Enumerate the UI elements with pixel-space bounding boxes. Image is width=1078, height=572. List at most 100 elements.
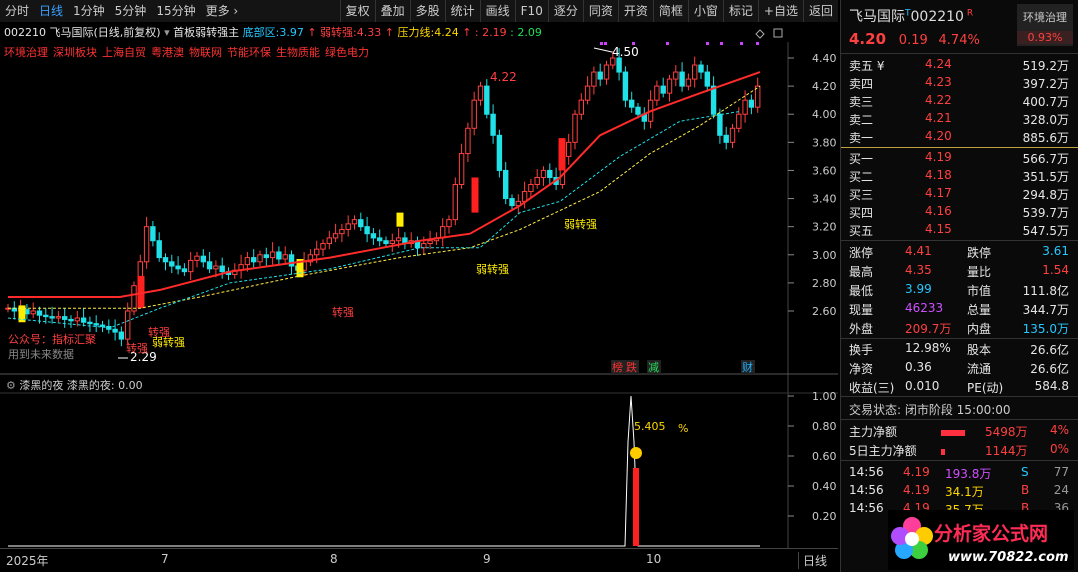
board-tag[interactable]: 深圳板块 — [53, 46, 97, 59]
price-tick: 3.00 — [812, 249, 837, 262]
bid-row: 买三 4.17 294.8万 — [849, 186, 1071, 205]
bid-row: 买二 4.18 351.5万 — [849, 168, 1071, 187]
stat-value: 26.6亿 — [1030, 343, 1069, 357]
quote-panel: 飞马国际T002210 R 环境治理 0.93% 4.20 0.19 4.74%… — [840, 0, 1078, 572]
stock-title: 飞马国际T002210 R — [849, 8, 974, 25]
price-tick: 3.80 — [812, 136, 837, 149]
indicator-name[interactable]: 首板弱转强主 — [173, 26, 239, 39]
price-change: 0.19 — [898, 33, 928, 48]
toolbar-button[interactable]: 统计 — [444, 0, 480, 22]
toolbar-button[interactable]: 叠加 — [374, 0, 410, 22]
chevron-icon: ▾ — [164, 26, 174, 39]
bid-price: 4.18 — [925, 168, 952, 182]
ask-volume: 400.7万 — [1022, 95, 1069, 109]
toolbar-button[interactable]: F10 — [514, 0, 548, 22]
sector-box[interactable]: 环境治理 0.93% — [1017, 4, 1073, 46]
ask-label: 卖二 — [849, 113, 874, 127]
stat-value: 135.0万 — [1022, 322, 1069, 336]
stat-key: 现量 — [849, 303, 874, 317]
sub-indicator-title[interactable]: ⚙ 漆黑的夜 漆黑的夜: 0.00 — [6, 377, 143, 393]
stat-value: 111.8亿 — [1022, 284, 1069, 298]
toolbar-button[interactable]: +自选 — [757, 0, 803, 22]
ask-price: 4.22 — [925, 93, 952, 107]
price-tick: 4.20 — [812, 80, 837, 93]
period-label[interactable]: 日线 — [798, 552, 827, 569]
stat-key: 最低 — [849, 284, 874, 298]
sub-tick: 0.60 — [812, 450, 837, 463]
toolbar-button[interactable]: 同资 — [582, 0, 618, 22]
flow-pct: 0% — [1049, 442, 1069, 456]
board-tag[interactable]: 节能环保 — [227, 46, 271, 59]
signal-label: 弱转强 — [152, 335, 185, 349]
date-axis: 2025年 7 8 9 10 日线 — [0, 548, 838, 571]
toolbar-button[interactable]: 标记 — [722, 0, 758, 22]
signal-label: 转强 — [332, 305, 354, 319]
tick-price: 4.19 — [903, 483, 930, 497]
gear-icon[interactable]: ⚙ — [6, 379, 16, 392]
board-tag[interactable]: 上海自贸 — [102, 46, 146, 59]
signal-label: 转强 — [126, 341, 148, 355]
toolbar-button[interactable]: 画线 — [479, 0, 515, 22]
bid-label: 买四 — [849, 206, 874, 220]
toolbar-button[interactable]: 逐分 — [547, 0, 583, 22]
toolbar-button[interactable]: 复权 — [339, 0, 375, 22]
svg-text:分析家公式网: 分析家公式网 — [934, 522, 1048, 545]
marker-dot — [600, 42, 603, 45]
price-change-pct: 4.74% — [938, 33, 980, 48]
sub-tick: 0.40 — [812, 480, 837, 493]
ask-label: 卖一 — [849, 131, 874, 145]
stat-value: 26.6亿 — [1030, 362, 1069, 376]
stat-key: 内盘 — [967, 322, 992, 336]
stat-value: 4.35 — [905, 263, 932, 277]
toolbar-button[interactable]: 返回 — [802, 0, 838, 22]
signal-label: 弱转强 — [476, 262, 509, 276]
tick-row: 14:56 4.19 193.8万 S 77 — [849, 465, 1071, 484]
period-tab[interactable]: 1分钟 — [68, 0, 110, 22]
board-tag[interactable]: 环境治理 — [4, 46, 48, 59]
value-b: : 2.09 — [510, 26, 542, 39]
period-tab[interactable]: 分时 — [0, 0, 34, 22]
toolbar-button[interactable]: 小窗 — [687, 0, 723, 22]
stat-row: 净资 0.36 流通 26.6亿 — [849, 360, 1071, 379]
ask-label: 卖三 — [849, 95, 874, 109]
toolbar-button[interactable]: 多股 — [409, 0, 445, 22]
warning-label: 用到未来数据 — [8, 347, 74, 361]
weak-label: 弱转强: — [320, 26, 357, 39]
sub-tick: 0.20 — [812, 510, 837, 523]
ask-price: 4.24 — [925, 57, 952, 71]
bid-label: 买三 — [849, 188, 874, 202]
board-tag[interactable]: 物联网 — [189, 46, 222, 59]
period-tab[interactable]: 更多 › — [201, 0, 244, 22]
stat-key: 净资 — [849, 362, 874, 376]
stat-row: 现量 46233 总量 344.7万 — [849, 301, 1071, 320]
trade-status: 交易状态: 闭市阶段 15:00:00 — [849, 403, 1011, 417]
tick-volume: 193.8万 — [945, 467, 992, 481]
period-tab[interactable]: 日线 — [34, 0, 68, 22]
toolbar-button[interactable]: 简框 — [652, 0, 688, 22]
up-arrow-icon: ↑ — [384, 26, 394, 39]
ask-price: 4.20 — [925, 129, 952, 143]
svg-text:www.70822.com: www.70822.com — [948, 550, 1069, 565]
toolbar-button[interactable]: 开资 — [617, 0, 653, 22]
board-tag[interactable]: 绿色电力 — [325, 46, 369, 59]
sub-indicator-bar — [633, 468, 639, 546]
board-tag[interactable]: 粤港澳 — [151, 46, 184, 59]
signal-bar — [396, 212, 404, 227]
tick-side: S — [1021, 465, 1029, 479]
kline-chart[interactable]: 4.40 4.20 4.00 3.80 3.60 3.40 3.20 3.00 2.80 2.60… — [0, 22, 838, 548]
bid-volume: 566.7万 — [1022, 152, 1069, 166]
tick-row: 14:56 4.19 34.1万 B 24 — [849, 483, 1071, 502]
stat-row: 外盘 209.7万 内盘 135.0万 — [849, 320, 1071, 339]
tick-price: 4.19 — [903, 465, 930, 479]
period-tab[interactable]: 15分钟 — [151, 0, 200, 22]
stat-key: 最高 — [849, 265, 874, 279]
flow-value: 5498万 — [985, 425, 1028, 439]
ask-row: 卖一 4.20 885.6万 — [849, 129, 1071, 148]
period-tab[interactable]: 5分钟 — [110, 0, 152, 22]
flow-row: 5日主力净额 1144万 0% — [849, 442, 1071, 461]
event-tag: 榜 — [612, 360, 623, 374]
event-tag: 减 — [648, 361, 659, 374]
board-tag[interactable]: 生物质能 — [276, 46, 320, 59]
signal-bar — [471, 177, 479, 213]
pct-value: 5.405 — [634, 420, 666, 433]
